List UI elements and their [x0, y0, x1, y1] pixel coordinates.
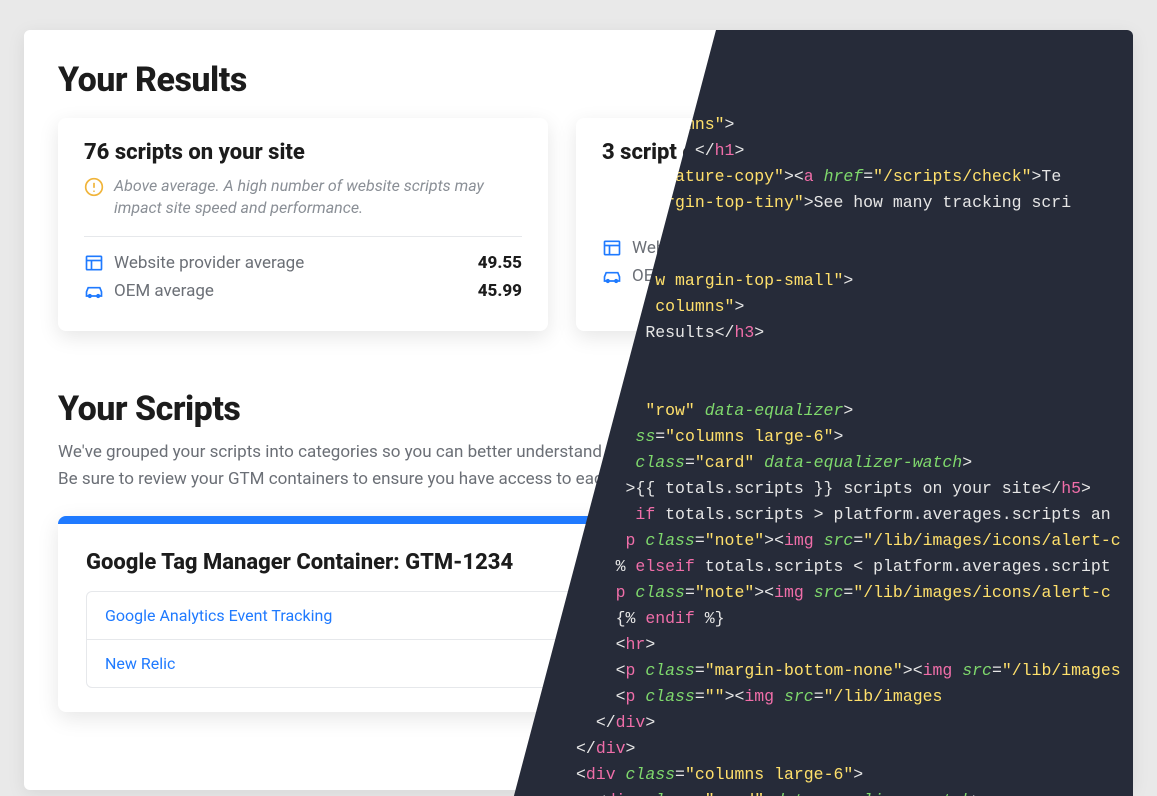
scripts-warning-note: Above average. A high number of website … [84, 175, 522, 218]
car-icon [84, 281, 104, 301]
oem-average-value: 45.99 [478, 281, 522, 301]
scripts-count-title: 76 scripts on your site [84, 140, 522, 165]
website-icon [602, 238, 622, 258]
provider-average-label: Website provider average [114, 253, 304, 273]
viewport: Your Results 76 scripts on your site Abo… [0, 0, 1157, 796]
oem-average-row: OEM average 45.99 [84, 277, 522, 305]
scripts-count-card: 76 scripts on your site Above average. A… [58, 118, 548, 331]
oem-average-label: OEM average [114, 281, 214, 301]
car-icon [602, 266, 622, 286]
provider-average-value: 49.55 [478, 253, 522, 273]
alert-circle-icon [84, 177, 104, 197]
report-page: Your Results 76 scripts on your site Abo… [24, 30, 1133, 790]
divider [84, 236, 522, 237]
provider-average-row: Website provider average 49.55 [84, 249, 522, 277]
scripts-warning-text: Above average. A high number of website … [114, 175, 522, 218]
website-icon [84, 253, 104, 273]
